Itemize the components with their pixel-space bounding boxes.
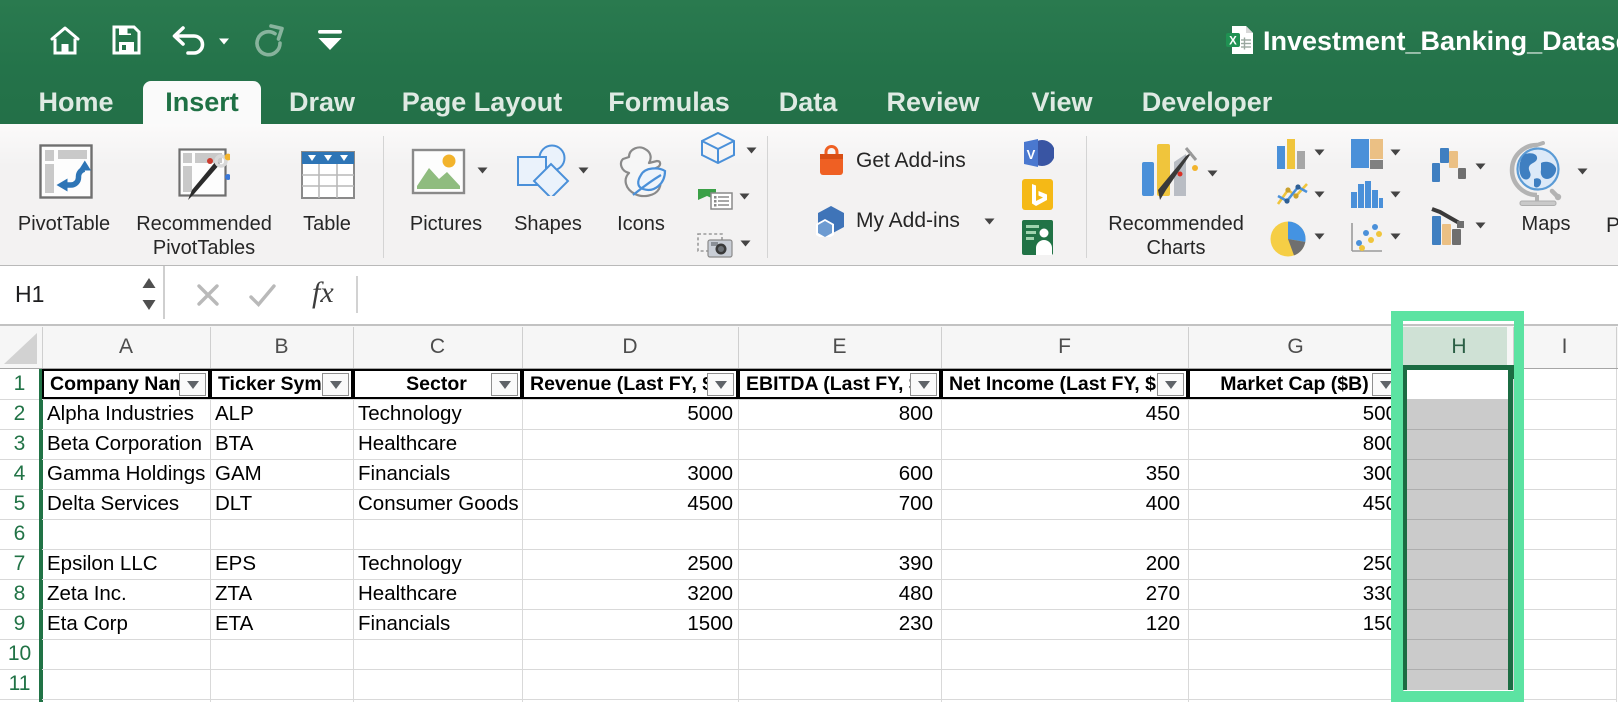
- svg-text:X: X: [1229, 36, 1237, 48]
- svg-text:V: V: [1027, 147, 1036, 162]
